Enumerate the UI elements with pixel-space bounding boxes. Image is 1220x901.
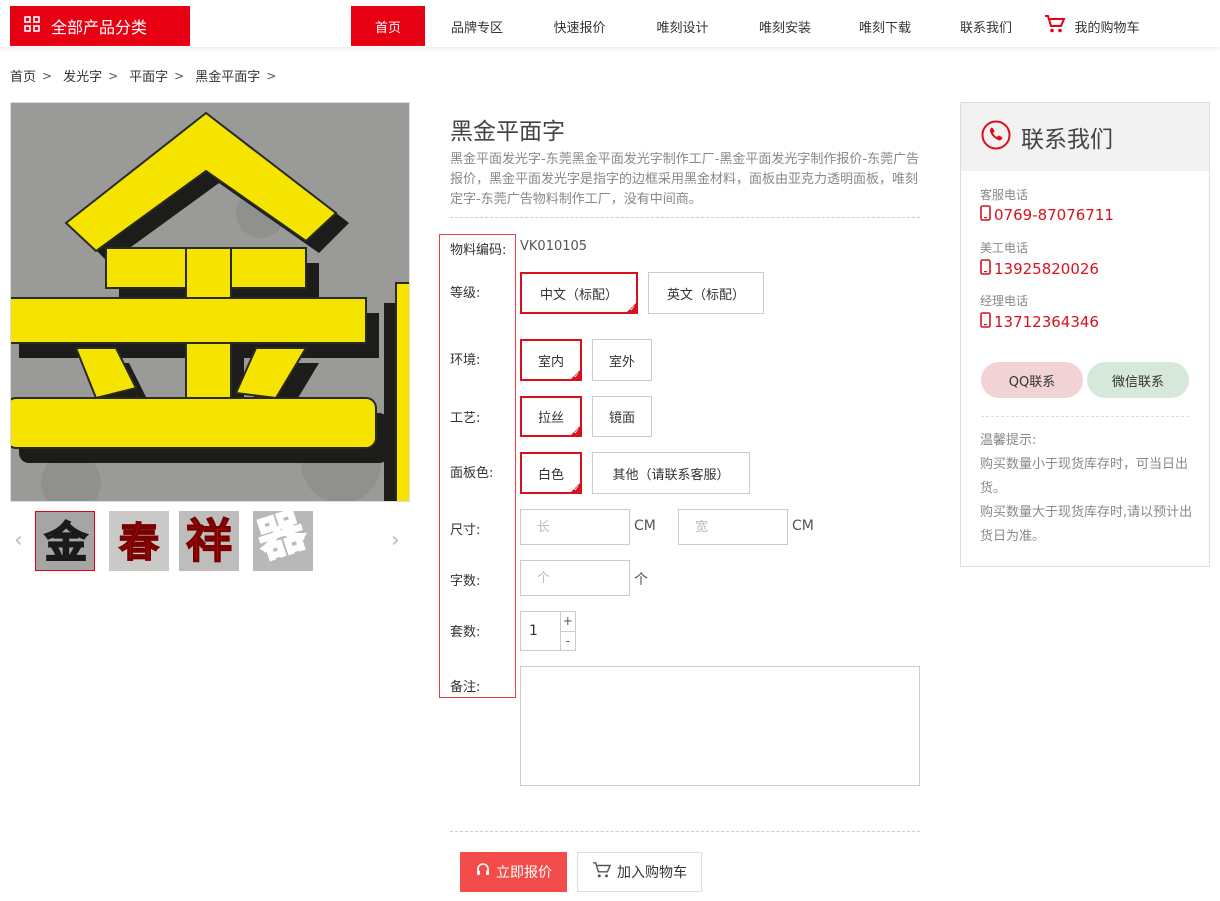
quote-now-label: 立即报价 [496, 865, 552, 881]
environment-label: 环境: [450, 353, 481, 368]
thumbnail-2-glyph: 春 [119, 520, 159, 566]
divider [450, 831, 920, 832]
breadcrumb-home[interactable]: 首页 [10, 66, 36, 85]
top-navigation-bar: 全部产品分类 首页 品牌专区 快速报价 唯刻设计 唯刻安装 唯刻下载 联系我们 … [0, 0, 1220, 47]
environment-option-outdoor[interactable]: 室外 [592, 339, 652, 381]
nav-item-contact[interactable]: 联系我们 [935, 6, 1037, 46]
chevron-right-icon: > [108, 68, 119, 83]
tips-text: 温馨提示: 购买数量小于现货库存时，可当日出货。 购买数量大于现货库存时,请以预… [980, 429, 1195, 549]
manager-phone-label: 经理电话 [980, 294, 1029, 308]
nav-item-quick-quote[interactable]: 快速报价 [529, 6, 630, 46]
nav-item-brands[interactable]: 品牌专区 [425, 6, 529, 46]
breadcrumb-current[interactable]: 黑金平面字 [195, 66, 260, 85]
tips-line-1: 购买数量小于现货库存时，可当日出货。 [980, 457, 1189, 496]
contact-title: 联系我们 [1021, 127, 1113, 153]
craft-option-brushed[interactable]: 拉丝 [520, 396, 582, 437]
size-label: 尺寸: [450, 523, 481, 538]
designer-phone-number[interactable]: 13925820026 [980, 259, 1099, 279]
breadcrumb: 首页 > 发光字 > 平面字 > 黑金平面字 > [10, 66, 287, 86]
nav-item-install[interactable]: 唯刻安装 [735, 6, 835, 46]
size-width-input[interactable] [678, 509, 788, 545]
designer-phone-text: 13925820026 [994, 260, 1099, 278]
sets-label: 套数: [450, 625, 481, 640]
craft-option-mirror[interactable]: 镜面 [592, 396, 652, 437]
thumbnail-carousel: ‹ 金 春 祥 器 › [10, 510, 410, 572]
chevron-right-icon: > [266, 68, 277, 83]
nav-item-download[interactable]: 唯刻下载 [835, 6, 935, 46]
cart-label: 我的购物车 [1074, 20, 1140, 36]
char-count-input[interactable] [520, 560, 630, 596]
nav-item-home[interactable]: 首页 [351, 6, 425, 46]
chevron-right-icon: > [42, 68, 53, 83]
material-code-value: VK010105 [520, 239, 588, 254]
designer-phone-label: 美工电话 [980, 241, 1029, 255]
craft-label: 工艺: [450, 411, 481, 426]
grade-option-chinese[interactable]: 中文（标配） [520, 272, 638, 314]
environment-option-indoor[interactable]: 室内 [520, 339, 582, 381]
mobile-phone-icon [980, 312, 994, 332]
grade-label: 等级: [450, 286, 481, 301]
thumbnail-3-glyph: 祥 [186, 514, 232, 568]
product-title: 黑金平面字 [450, 119, 565, 145]
grid-menu-icon [24, 16, 40, 36]
wechat-contact-button[interactable]: 微信联系 [1087, 362, 1189, 398]
tips-title: 温馨提示: [980, 433, 1037, 448]
nav-item-design[interactable]: 唯刻设计 [630, 6, 735, 46]
service-phone-number[interactable]: 0769-87076711 [980, 205, 1114, 225]
material-code-label: 物料编码: [450, 243, 507, 258]
decrement-button[interactable]: - [560, 630, 575, 651]
thumbnail-3[interactable]: 祥 [179, 511, 239, 571]
contact-panel: 联系我们 客服电话 0769-87076711 美工电话 13925820026… [960, 102, 1210, 567]
thumbnail-1[interactable]: 金 [35, 511, 95, 571]
manager-phone-text: 13712364346 [994, 313, 1099, 331]
thumbnail-2[interactable]: 春 [109, 511, 169, 571]
char-count-label: 字数: [450, 574, 481, 589]
shopping-cart-icon [592, 861, 617, 883]
service-phone-label: 客服电话 [980, 188, 1029, 202]
service-phone-text: 0769-87076711 [994, 206, 1114, 224]
all-categories-label: 全部产品分类 [51, 18, 148, 37]
quantity-value[interactable]: 1 [521, 612, 560, 650]
phone-icon [981, 120, 1011, 154]
grade-option-english[interactable]: 英文（标配） [648, 272, 764, 314]
increment-button[interactable]: + [561, 612, 575, 631]
char-count-unit: 个 [634, 572, 648, 588]
add-to-cart-button[interactable]: 加入购物车 [577, 852, 702, 892]
qq-contact-button[interactable]: QQ联系 [981, 362, 1083, 398]
mobile-phone-icon [980, 205, 994, 225]
product-description: 黑金平面发光字-东莞黑金平面发光字制作工厂-黑金平面发光字制作报价-东莞广告报价… [450, 152, 920, 207]
shopping-cart-icon [1044, 14, 1074, 38]
size-length-unit: CM [634, 518, 656, 534]
main-nav: 首页 品牌专区 快速报价 唯刻设计 唯刻安装 唯刻下载 联系我们 我的购物车 [351, 6, 1147, 46]
size-width-unit: CM [792, 518, 814, 534]
breadcrumb-luminous-letters[interactable]: 发光字 [63, 66, 102, 85]
breadcrumb-flat-letters[interactable]: 平面字 [129, 66, 168, 85]
quote-now-button[interactable]: 立即报价 [460, 852, 567, 892]
divider [450, 217, 920, 218]
thumbnail-1-glyph: 金 [44, 518, 88, 567]
panel-color-label: 面板色: [450, 466, 494, 481]
main-product-image [10, 102, 410, 502]
chevron-right-icon[interactable]: › [391, 528, 400, 553]
cart-link[interactable]: 我的购物车 [1037, 6, 1147, 46]
panel-color-option-white[interactable]: 白色 [520, 452, 582, 494]
size-length-input[interactable] [520, 509, 630, 545]
add-to-cart-label: 加入购物车 [617, 865, 687, 881]
chevron-left-icon[interactable]: ‹ [14, 528, 23, 553]
quantity-stepper: 1 + - [520, 611, 576, 651]
contact-header: 联系我们 [961, 103, 1209, 171]
tips-line-2: 购买数量大于现货库存时,请以预计出货日为准。 [980, 505, 1193, 544]
remark-label: 备注: [450, 680, 481, 695]
thumbnail-4[interactable]: 器 [253, 511, 313, 571]
panel-color-option-other[interactable]: 其他（请联系客服） [592, 452, 750, 494]
all-categories-button[interactable]: 全部产品分类 [10, 6, 190, 46]
manager-phone-number[interactable]: 13712364346 [980, 312, 1099, 332]
chevron-right-icon: > [174, 68, 185, 83]
remark-textarea[interactable] [520, 666, 920, 786]
headset-icon [475, 862, 496, 882]
mobile-phone-icon [980, 259, 994, 279]
divider [981, 416, 1189, 417]
